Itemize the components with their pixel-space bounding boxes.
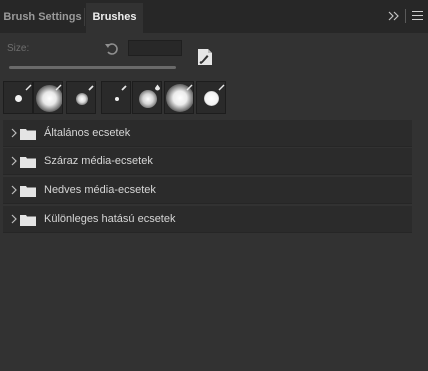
brush-preset[interactable] — [164, 81, 194, 114]
folder-icon — [20, 129, 36, 140]
panel-tab-bar: Brush Settings Brushes — [0, 0, 428, 33]
brush-preset[interactable] — [132, 81, 162, 114]
brush-group-row[interactable]: Nedves média-ecsetek — [3, 177, 412, 204]
folder-icon — [20, 157, 36, 168]
brush-preset[interactable] — [33, 81, 63, 114]
reset-arrow-icon[interactable] — [104, 41, 120, 57]
size-label: Size: — [7, 43, 30, 54]
brush-tool-icon — [186, 84, 193, 91]
tab-brush-settings[interactable]: Brush Settings — [2, 4, 83, 31]
folder-icon — [20, 215, 36, 226]
brush-group-label: Különleges hatású ecsetek — [44, 213, 176, 225]
hamburger-menu-icon[interactable] — [412, 10, 423, 21]
size-input[interactable] — [128, 40, 182, 56]
tab-divider — [84, 8, 85, 26]
brush-group-row[interactable]: Száraz média-ecsetek — [3, 148, 412, 175]
blend-tool-icon — [155, 84, 160, 91]
brush-tool-icon — [25, 84, 32, 91]
pencil-tool-icon — [88, 85, 94, 91]
brush-preset[interactable] — [101, 81, 131, 114]
brush-group-label: Általános ecsetek — [44, 127, 131, 139]
pencil-tool-icon — [121, 85, 127, 91]
chevron-right-icon[interactable] — [10, 128, 18, 138]
folder-icon — [20, 186, 36, 197]
brush-group-label: Nedves média-ecsetek — [44, 184, 156, 196]
brush-presets — [0, 81, 228, 115]
brush-group-label: Száraz média-ecsetek — [44, 155, 153, 167]
new-brush-icon[interactable] — [196, 48, 214, 66]
brush-preset[interactable] — [66, 81, 96, 114]
brush-preset[interactable] — [3, 81, 33, 114]
double-chevron-right-icon[interactable] — [388, 9, 400, 23]
brush-group-row[interactable]: Általános ecsetek — [3, 120, 412, 147]
chevron-right-icon[interactable] — [10, 156, 18, 166]
tab-brushes[interactable]: Brushes — [86, 3, 143, 33]
chevron-right-icon[interactable] — [10, 185, 18, 195]
chevron-right-icon[interactable] — [10, 214, 18, 224]
brush-tool-icon — [55, 84, 62, 91]
size-slider[interactable] — [9, 66, 176, 69]
toolbar-divider — [405, 9, 406, 23]
brush-group-row[interactable]: Különleges hatású ecsetek — [3, 206, 412, 233]
brush-preset[interactable] — [196, 81, 226, 114]
brush-tool-icon — [218, 84, 225, 91]
